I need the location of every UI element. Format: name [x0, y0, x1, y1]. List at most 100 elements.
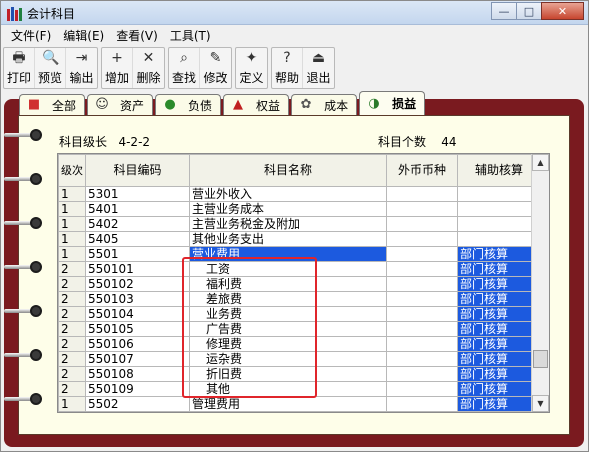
table-row[interactable]: 1 5401 主营业务成本 [58, 201, 541, 217]
table-row[interactable]: 1 5501 营业费用 部门核算 [58, 246, 541, 262]
cell-aux[interactable]: 部门核算 [457, 261, 541, 277]
cell-level[interactable]: 2 [58, 366, 86, 382]
cell-aux[interactable] [457, 201, 541, 217]
cell-currency[interactable] [386, 291, 458, 307]
cell-name[interactable]: 其他 [189, 381, 387, 397]
cell-level[interactable]: 2 [58, 261, 86, 277]
cell-currency[interactable] [386, 216, 458, 232]
cell-name[interactable]: 运杂费 [189, 351, 387, 367]
cell-name[interactable]: 主营业务税金及附加 [189, 216, 387, 232]
preview-button[interactable]: 🔍 预览 [35, 48, 66, 88]
cell-code[interactable]: 5401 [85, 201, 190, 217]
cell-aux[interactable] [457, 186, 541, 202]
cell-name[interactable]: 广告费 [189, 321, 387, 337]
cell-currency[interactable] [386, 276, 458, 292]
table-row[interactable]: 2 550109 其他 部门核算 [58, 381, 541, 397]
cell-aux[interactable]: 部门核算 [457, 396, 541, 412]
cell-currency[interactable] [386, 396, 458, 412]
cell-currency[interactable] [386, 306, 458, 322]
table-row[interactable]: 1 5402 主营业务税金及附加 [58, 216, 541, 232]
cell-level[interactable]: 1 [58, 231, 86, 247]
cell-aux[interactable] [457, 216, 541, 232]
column-header-level[interactable]: 级次 [58, 154, 86, 187]
tab-profit-loss[interactable]: ◑ 损益 [359, 91, 426, 115]
column-header-name[interactable]: 科目名称 [189, 154, 387, 187]
cell-level[interactable]: 1 [58, 246, 86, 262]
cell-code[interactable]: 5405 [85, 231, 190, 247]
tab-asset[interactable]: ☺ 资产 [87, 94, 154, 115]
menu-edit[interactable]: 编辑(E) [57, 27, 110, 44]
table-row[interactable]: 2 550103 差旅费 部门核算 [58, 291, 541, 307]
tab-all[interactable]: ■ 全部 [19, 94, 86, 115]
cell-code[interactable]: 5301 [85, 186, 190, 202]
cell-currency[interactable] [386, 231, 458, 247]
menu-view[interactable]: 查看(V) [110, 27, 164, 44]
cell-code[interactable]: 550103 [85, 291, 190, 307]
table-row[interactable]: 2 550101 工资 部门核算 [58, 261, 541, 277]
exit-button[interactable]: ⏏ 退出 [303, 48, 334, 88]
minimize-button[interactable]: — [491, 2, 517, 20]
cell-aux[interactable]: 部门核算 [457, 321, 541, 337]
cell-level[interactable]: 2 [58, 336, 86, 352]
cell-code[interactable]: 550108 [85, 366, 190, 382]
tab-equity[interactable]: ▲ 权益 [223, 94, 290, 115]
cell-level[interactable]: 1 [58, 216, 86, 232]
cell-name[interactable]: 营业外收入 [189, 186, 387, 202]
cell-name[interactable]: 业务费 [189, 306, 387, 322]
cell-currency[interactable] [386, 336, 458, 352]
column-header-code[interactable]: 科目编码 [85, 154, 190, 187]
scroll-up-arrow-icon[interactable]: ▲ [532, 154, 549, 171]
help-button[interactable]: ? 帮助 [272, 48, 303, 88]
cell-code[interactable]: 5402 [85, 216, 190, 232]
cell-code[interactable]: 550109 [85, 381, 190, 397]
menu-tools[interactable]: 工具(T) [164, 27, 217, 44]
cell-code[interactable]: 550104 [85, 306, 190, 322]
cell-level[interactable]: 1 [58, 186, 86, 202]
cell-aux[interactable]: 部门核算 [457, 276, 541, 292]
cell-name[interactable]: 营业费用 [189, 246, 387, 262]
maximize-button[interactable]: □ [516, 2, 542, 20]
table-row[interactable]: 1 5301 营业外收入 [58, 186, 541, 202]
cell-currency[interactable] [386, 366, 458, 382]
cell-aux[interactable]: 部门核算 [457, 336, 541, 352]
cell-aux[interactable]: 部门核算 [457, 306, 541, 322]
cell-name[interactable]: 修理费 [189, 336, 387, 352]
cell-currency[interactable] [386, 186, 458, 202]
cell-aux[interactable] [457, 231, 541, 247]
column-header-currency[interactable]: 外币币种 [386, 154, 458, 187]
cell-level[interactable]: 1 [58, 396, 86, 412]
table-row[interactable]: 2 550104 业务费 部门核算 [58, 306, 541, 322]
cell-currency[interactable] [386, 201, 458, 217]
tab-cost[interactable]: ✿ 成本 [291, 94, 358, 115]
cell-level[interactable]: 2 [58, 276, 86, 292]
table-row[interactable]: 1 5502 管理费用 部门核算 [58, 396, 541, 412]
cell-name[interactable]: 福利费 [189, 276, 387, 292]
cell-aux[interactable]: 部门核算 [457, 366, 541, 382]
cell-currency[interactable] [386, 321, 458, 337]
column-header-aux[interactable]: 辅助核算 [457, 154, 541, 187]
cell-currency[interactable] [386, 261, 458, 277]
cell-code[interactable]: 5502 [85, 396, 190, 412]
tab-liability[interactable]: ● 负债 [155, 94, 222, 115]
cell-code[interactable]: 550107 [85, 351, 190, 367]
table-row[interactable]: 2 550108 折旧费 部门核算 [58, 366, 541, 382]
cell-name[interactable]: 差旅费 [189, 291, 387, 307]
scroll-thumb[interactable] [533, 350, 548, 368]
cell-level[interactable]: 2 [58, 351, 86, 367]
table-row[interactable]: 2 550105 广告费 部门核算 [58, 321, 541, 337]
cell-level[interactable]: 1 [58, 201, 86, 217]
define-button[interactable]: ✦ 定义 [236, 48, 267, 88]
cell-currency[interactable] [386, 246, 458, 262]
vertical-scrollbar[interactable]: ▲ ▼ [531, 154, 549, 412]
table-row[interactable]: 2 550102 福利费 部门核算 [58, 276, 541, 292]
cell-code[interactable]: 550106 [85, 336, 190, 352]
cell-aux[interactable]: 部门核算 [457, 351, 541, 367]
cell-aux[interactable]: 部门核算 [457, 381, 541, 397]
cell-name[interactable]: 主营业务成本 [189, 201, 387, 217]
cell-level[interactable]: 2 [58, 381, 86, 397]
cell-code[interactable]: 550101 [85, 261, 190, 277]
table-row[interactable]: 1 5405 其他业务支出 [58, 231, 541, 247]
cell-currency[interactable] [386, 381, 458, 397]
delete-button[interactable]: ✕ 删除 [133, 48, 164, 88]
cell-name[interactable]: 其他业务支出 [189, 231, 387, 247]
